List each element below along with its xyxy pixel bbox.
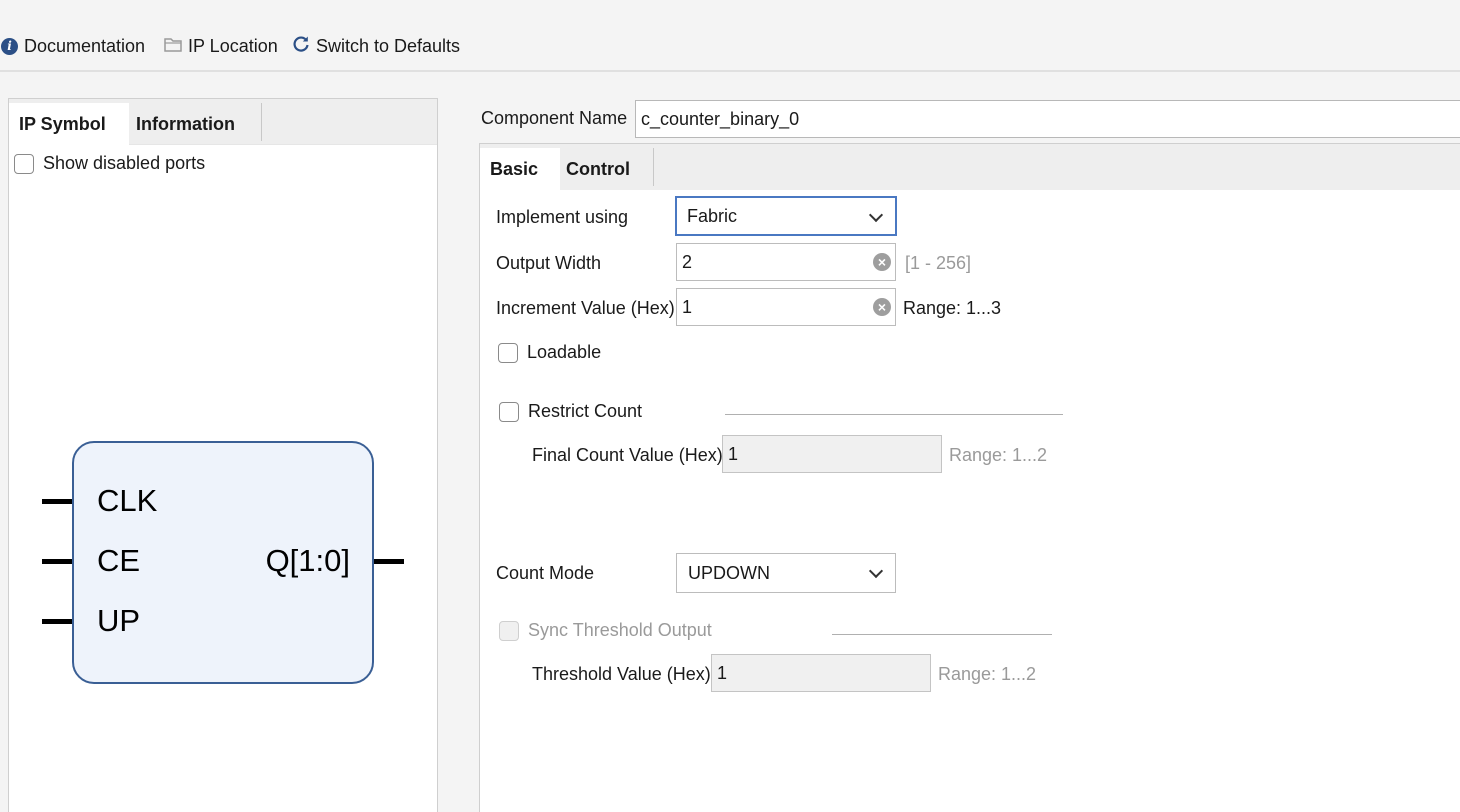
ip-location-label: IP Location [188, 35, 278, 56]
documentation-button[interactable]: i Documentation [1, 33, 145, 59]
component-name-label: Component Name [481, 108, 628, 128]
restrict-count-checkbox[interactable] [499, 401, 519, 422]
increment-value-value: 1 [682, 297, 693, 317]
increment-value-label: Increment Value (Hex) [496, 298, 675, 318]
ip-symbol-panel: IP Symbol Information Show disabled port… [8, 98, 438, 812]
info-icon: i [1, 37, 18, 55]
threshold-value-hint: Range: 1...2 [938, 664, 1037, 684]
clear-icon[interactable]: × [873, 298, 891, 316]
ip-symbol-block: CLK CE UP Q[1:0] [72, 441, 374, 684]
output-width-value: 2 [682, 252, 693, 272]
count-mode-select[interactable]: UPDOWN [676, 553, 896, 593]
implement-using-value: Fabric [687, 206, 738, 226]
increment-value-hint: Range: 1...3 [903, 298, 1002, 318]
show-disabled-ports-label: Show disabled ports [43, 153, 206, 173]
right-tab-bar: Basic Control [480, 144, 1460, 190]
documentation-label: Documentation [24, 35, 146, 56]
ce-pin [42, 559, 73, 564]
clear-icon[interactable]: × [873, 253, 891, 271]
restrict-count-row[interactable]: Restrict Count [499, 401, 642, 422]
q-pin [373, 559, 404, 564]
tab-basic[interactable]: Basic [480, 148, 560, 190]
port-up: UP [97, 603, 141, 638]
tab-divider [653, 148, 654, 186]
count-mode-value: UPDOWN [688, 563, 770, 583]
switch-to-defaults-label: Switch to Defaults [316, 35, 461, 56]
port-clk: CLK [97, 483, 158, 518]
ip-location-button[interactable]: IP Location [164, 33, 278, 59]
switch-to-defaults-button[interactable]: Switch to Defaults [292, 33, 460, 59]
sync-threshold-divider [832, 634, 1052, 635]
component-name-input[interactable]: c_counter_binary_0 [635, 100, 1460, 138]
final-count-hint: Range: 1...2 [949, 445, 1048, 465]
tab-information[interactable]: Information [126, 103, 245, 145]
implement-using-label: Implement using [496, 207, 629, 227]
port-q: Q[1:0] [265, 543, 350, 578]
restrict-count-label: Restrict Count [528, 401, 643, 421]
implement-using-select[interactable]: Fabric [675, 196, 897, 236]
output-width-input[interactable]: 2 × [676, 243, 896, 281]
loadable-checkbox[interactable] [498, 342, 518, 363]
output-width-label: Output Width [496, 253, 602, 273]
count-mode-label: Count Mode [496, 563, 595, 583]
left-tab-bar: IP Symbol Information [9, 99, 437, 145]
clk-pin [42, 499, 73, 504]
final-count-label: Final Count Value (Hex) [532, 445, 723, 465]
show-disabled-ports-row[interactable]: Show disabled ports [14, 153, 205, 174]
sync-threshold-label: Sync Threshold Output [528, 620, 712, 640]
refresh-icon [292, 35, 310, 58]
up-pin [42, 619, 73, 624]
chevron-down-icon [868, 207, 884, 223]
config-panel: Basic Control Implement using Fabric Out… [479, 143, 1460, 812]
restrict-count-divider [725, 414, 1063, 415]
final-count-input: 1 [722, 435, 942, 473]
threshold-value-label: Threshold Value (Hex) [532, 664, 711, 684]
output-width-hint: [1 - 256] [905, 253, 972, 273]
toolbar: i Documentation IP Location Switch to De… [0, 0, 1460, 72]
show-disabled-ports-checkbox[interactable] [14, 153, 34, 174]
tab-ip-symbol[interactable]: IP Symbol [9, 103, 129, 145]
sync-threshold-checkbox [499, 620, 519, 641]
folder-icon [164, 36, 182, 57]
loadable-row[interactable]: Loadable [498, 342, 601, 363]
chevron-down-icon [868, 563, 884, 579]
loadable-label: Loadable [527, 342, 602, 362]
port-ce: CE [97, 543, 141, 578]
tab-control[interactable]: Control [556, 148, 640, 190]
sync-threshold-row: Sync Threshold Output [499, 620, 712, 641]
tab-divider [261, 103, 262, 141]
threshold-value-input: 1 [711, 654, 931, 692]
increment-value-input[interactable]: 1 × [676, 288, 896, 326]
